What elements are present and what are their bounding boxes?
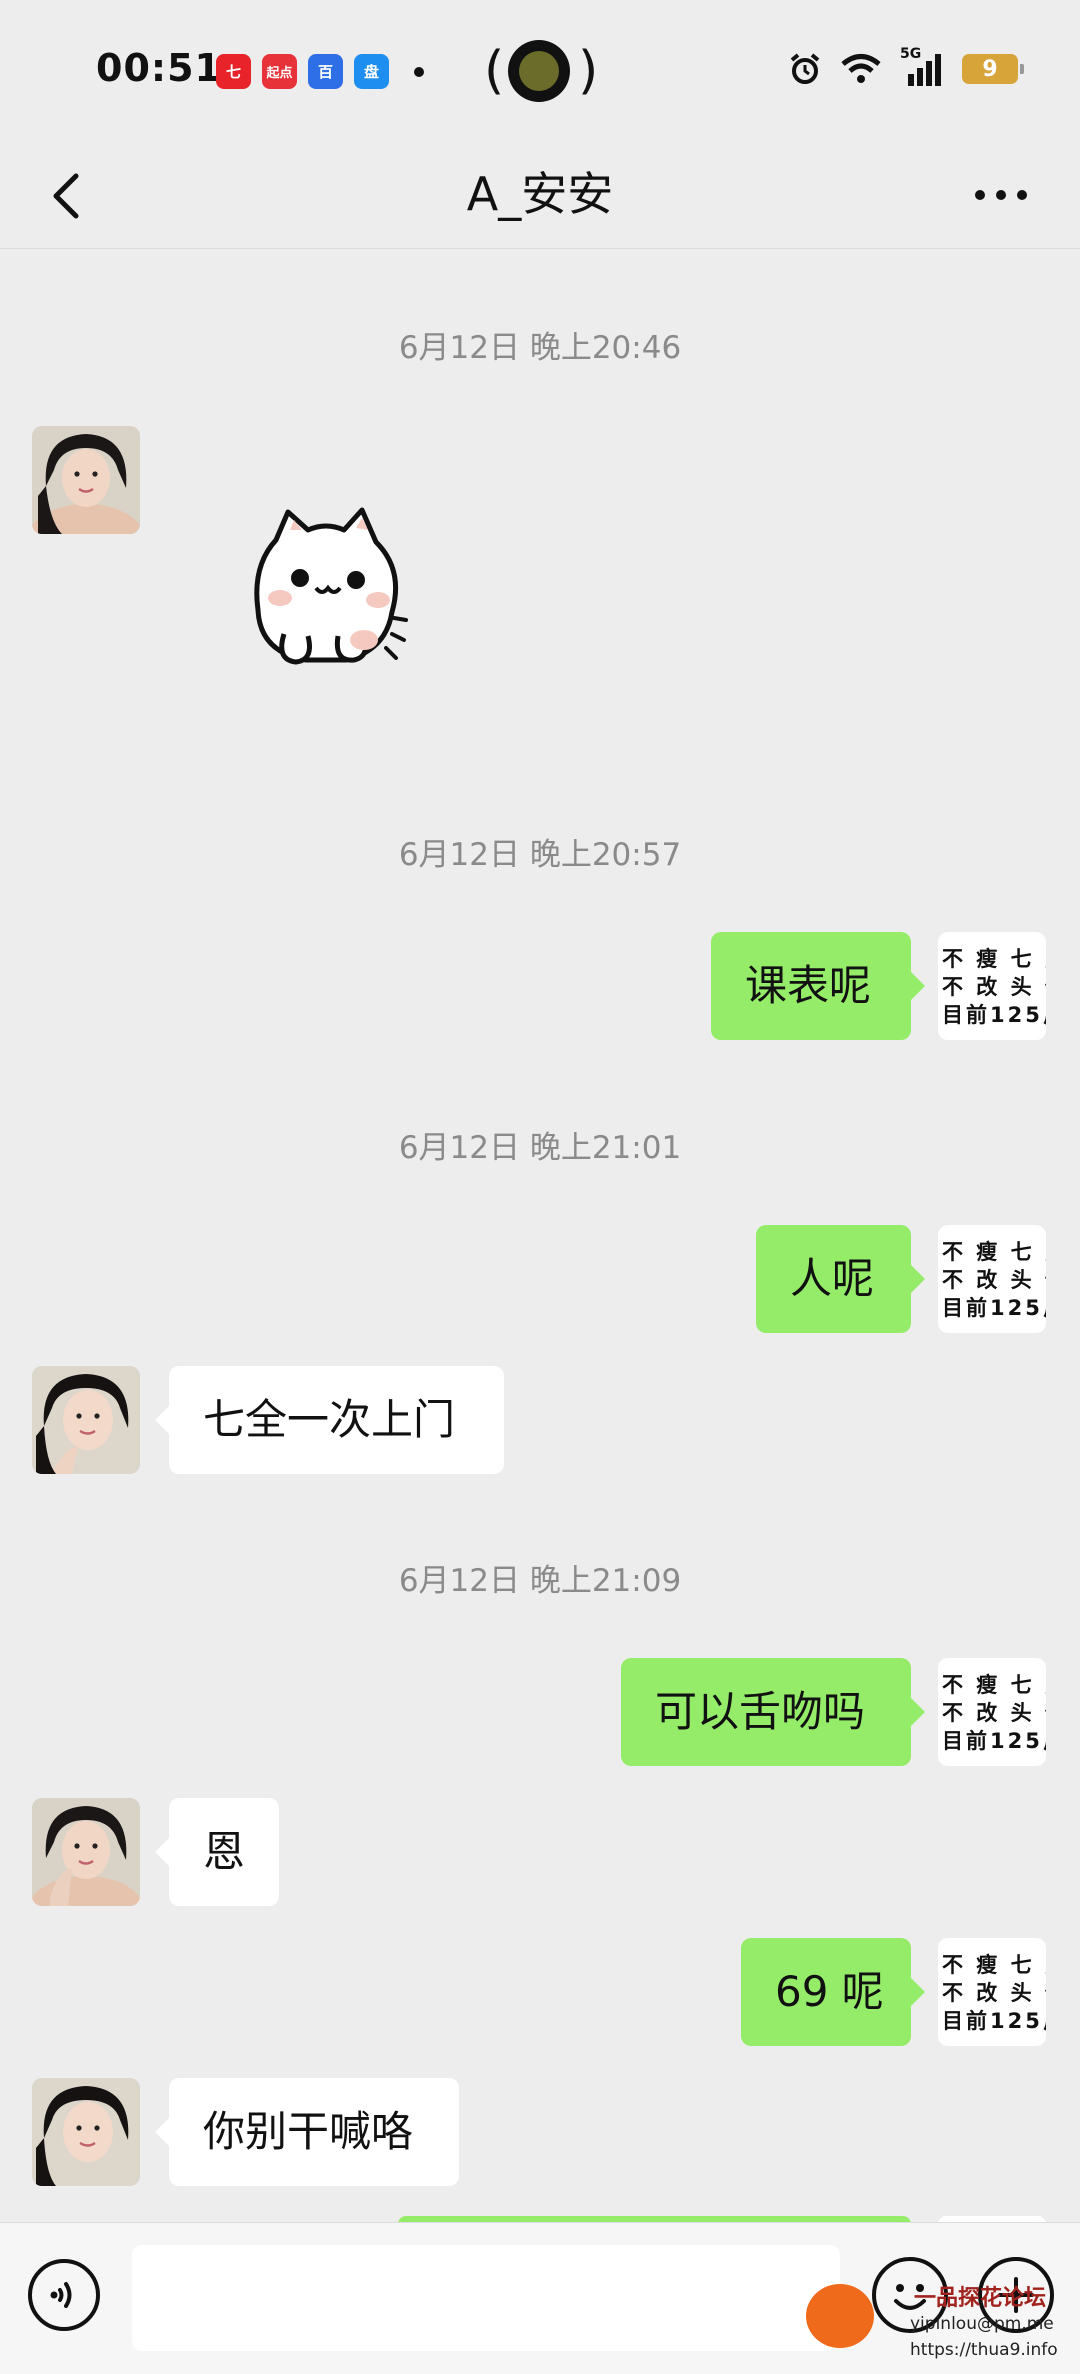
outgoing-message[interactable]: 人呢 [756, 1225, 925, 1333]
forum-logo [806, 2284, 874, 2348]
my-avatar[interactable]: 不 瘦 七 斤 不 改 头 像 目前125斤 [938, 1658, 1046, 1766]
chat-title: A_安安 [466, 167, 614, 221]
message-timestamp: 6月12日 晚上21:01 [398, 1130, 682, 1166]
battery-icon: 9 [962, 54, 1024, 84]
watermark-title: 一品探花论坛 [914, 2286, 1047, 2311]
contact-avatar[interactable] [32, 1366, 140, 1474]
voice-icon [50, 2282, 72, 2308]
baidu-netdisk-app-icon: 盘 [354, 54, 389, 89]
flashlight-indicator: ( ) [484, 40, 599, 102]
outgoing-message[interactable]: 课表呢 [711, 932, 925, 1040]
flashlight-icon [508, 40, 570, 102]
contact-avatar[interactable] [32, 426, 140, 534]
contact-avatar[interactable] [32, 1798, 140, 1906]
more-notifications-dot [414, 66, 424, 77]
message-input[interactable] [132, 2245, 840, 2351]
my-avatar[interactable]: 不 瘦 七 斤 不 改 头 像 目前125斤 [938, 1938, 1046, 2046]
outgoing-message[interactable]: 可以舌吻吗 [621, 1658, 925, 1766]
message-timestamp: 6月12日 晚上21:09 [398, 1563, 682, 1599]
cellular-signal-icon: 5G [900, 46, 944, 86]
voice-input-button[interactable] [28, 2259, 100, 2331]
message-timestamp: 6月12日 晚上20:46 [398, 330, 682, 366]
incoming-message[interactable]: 你别干喊咯 [155, 2078, 459, 2186]
more-options-icon[interactable] [966, 170, 1036, 220]
system-status: 5G 9 [788, 46, 1024, 86]
alarm-icon [790, 53, 820, 84]
contact-avatar[interactable] [32, 2078, 140, 2186]
baidu-app-icon: 百 [308, 54, 343, 89]
chat-header: A_安安 [0, 140, 1080, 249]
message-timestamp: 6月12日 晚上20:57 [398, 837, 682, 873]
qidian-app-icon: 起点 [262, 54, 297, 89]
incoming-message[interactable]: 七全一次上门 [155, 1366, 504, 1474]
outgoing-message[interactable]: 69 呢 [741, 1938, 925, 2046]
cat-sticker[interactable] [236, 500, 416, 690]
wifi-icon [841, 54, 881, 83]
notification-icons: 七 起点 百 盘 [216, 54, 424, 89]
watermark-email: yipinlou@pm.me [910, 2314, 1054, 2334]
status-time: 00:51 [96, 46, 222, 90]
incoming-message[interactable]: 恩 [155, 1798, 279, 1906]
status-bar: 00:51 七 起点 百 盘 ( ) 5G 9 [0, 0, 1080, 140]
forum-watermark: 一品探花论坛 yipinlou@pm.me https://thua9.info [806, 2262, 1076, 2370]
my-avatar[interactable]: 不 瘦 七 斤 不 改 头 像 目前125斤 [938, 932, 1046, 1040]
qiniu-app-icon: 七 [216, 54, 251, 89]
watermark-url: https://thua9.info [910, 2340, 1058, 2360]
my-avatar[interactable]: 不 瘦 七 斤 不 改 头 像 目前125斤 [938, 1225, 1046, 1333]
